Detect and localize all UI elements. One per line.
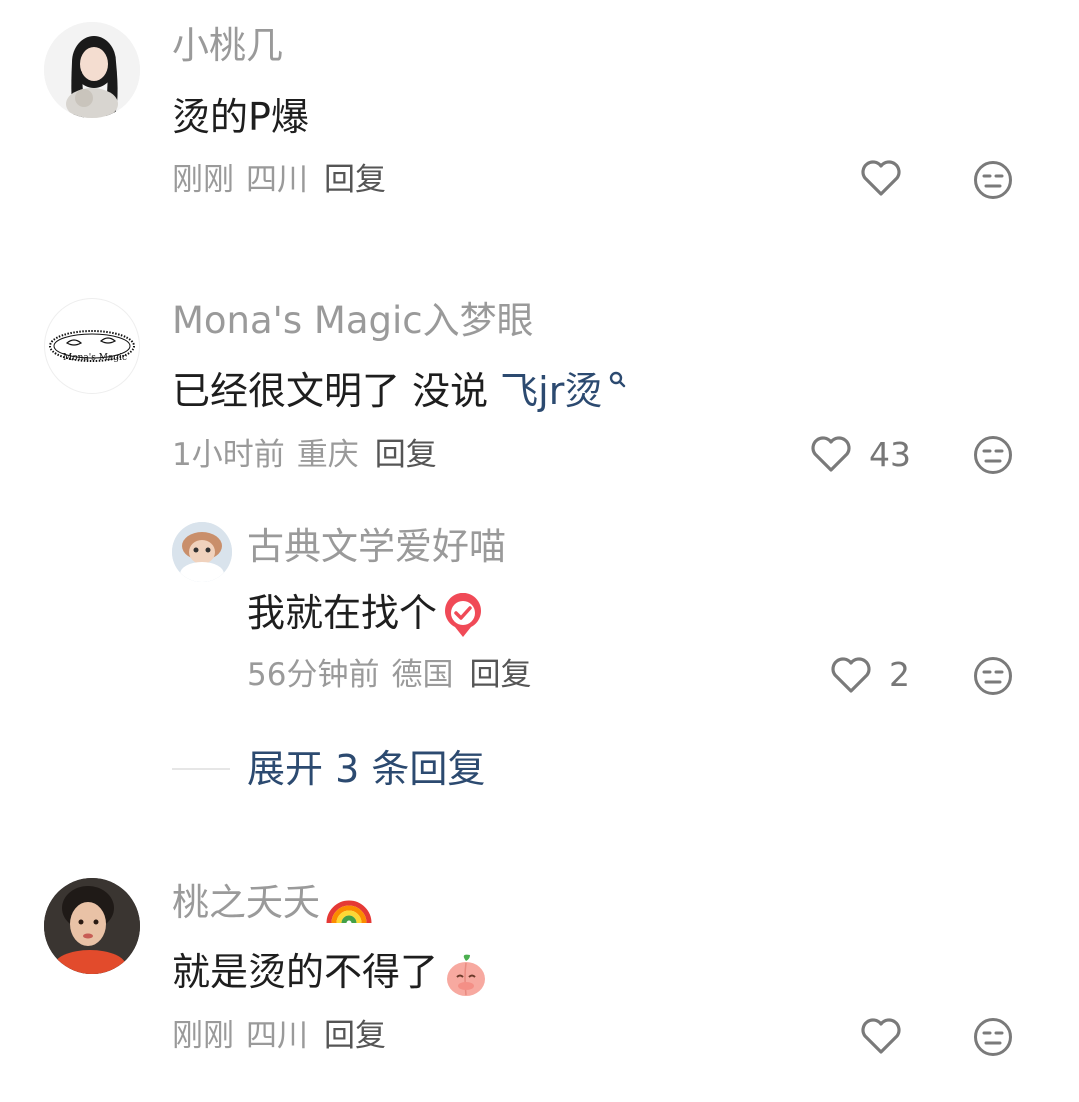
comment-time: 1小时前	[172, 437, 285, 473]
comment-text-body: 我就在找个	[247, 591, 438, 635]
reply-button[interactable]: 回复	[324, 1018, 386, 1054]
avatar[interactable]: Mona's Magic	[44, 298, 140, 394]
username[interactable]: 桃之夭夭	[172, 879, 372, 927]
heart-icon[interactable]	[810, 434, 852, 474]
dislike-face-icon[interactable]	[973, 160, 1013, 200]
username[interactable]: 古典文学爱好喵	[247, 523, 506, 571]
dislike-face-icon[interactable]	[973, 656, 1013, 696]
comment-meta: 56分钟前 德国 回复	[247, 655, 531, 695]
reply-button[interactable]: 回复	[375, 437, 437, 473]
reply-button[interactable]: 回复	[324, 162, 386, 198]
comment-text: 我就在找个	[247, 588, 485, 639]
like-count: 2	[889, 655, 910, 694]
comment-text-body: 已经很文明了 没说	[172, 369, 501, 413]
comment-location: 重庆	[296, 437, 359, 473]
comment-location: 德国	[391, 657, 454, 693]
expand-replies-button[interactable]: 展开 3 条回复	[247, 744, 485, 794]
search-icon[interactable]	[608, 370, 626, 390]
check-badge-emoji-icon	[441, 592, 485, 639]
peach-emoji-icon	[442, 951, 490, 999]
avatar[interactable]	[172, 522, 232, 582]
comment-meta: 刚刚 四川 回复	[172, 160, 386, 200]
rainbow-emoji-icon	[326, 885, 372, 925]
dislike-face-icon[interactable]	[973, 1017, 1013, 1057]
dislike-face-icon[interactable]	[973, 435, 1013, 475]
heart-icon[interactable]	[860, 1016, 902, 1056]
comment-item: 小桃几 烫的P爆 刚刚 四川 回复	[0, 0, 1079, 230]
avatar[interactable]	[44, 22, 140, 118]
comment-text: 就是烫的不得了	[172, 947, 490, 999]
comment-item: 桃之夭夭 就是烫的不得了 刚刚 四川 回复	[0, 860, 1079, 1102]
comment-text-body: 就是烫的不得了	[172, 950, 439, 994]
comment-location: 四川	[246, 162, 308, 198]
comment-location: 四川	[246, 1018, 308, 1054]
username-text: 桃之夭夭	[172, 881, 320, 924]
like-count: 43	[869, 435, 911, 474]
heart-icon[interactable]	[860, 158, 902, 198]
avatar[interactable]	[44, 878, 140, 974]
expand-divider	[172, 768, 230, 770]
avatar-logo-text: Mona's Magic	[63, 353, 128, 363]
reply-button[interactable]: 回复	[469, 657, 531, 693]
comment-item: Mona's Magic Mona's Magic入梦眼 已经很文明了 没说 飞…	[0, 280, 1079, 810]
comment-text: 烫的P爆	[172, 95, 309, 139]
comment-text: 已经很文明了 没说 飞jr烫	[172, 366, 626, 416]
comment-meta: 1小时前 重庆 回复	[172, 435, 437, 475]
reply-item: 古典文学爱好喵 我就在找个 56分钟前 德国 回复 2	[0, 520, 1079, 695]
username[interactable]: Mona's Magic入梦眼	[172, 297, 534, 345]
comment-time: 刚刚	[172, 1018, 234, 1054]
heart-icon[interactable]	[830, 655, 872, 695]
comment-time: 56分钟前	[247, 657, 380, 693]
comment-meta: 刚刚 四川 回复	[172, 1016, 386, 1056]
username[interactable]: 小桃几	[172, 22, 283, 70]
comment-time: 刚刚	[172, 162, 234, 198]
search-link[interactable]: 飞jr烫	[500, 369, 602, 413]
